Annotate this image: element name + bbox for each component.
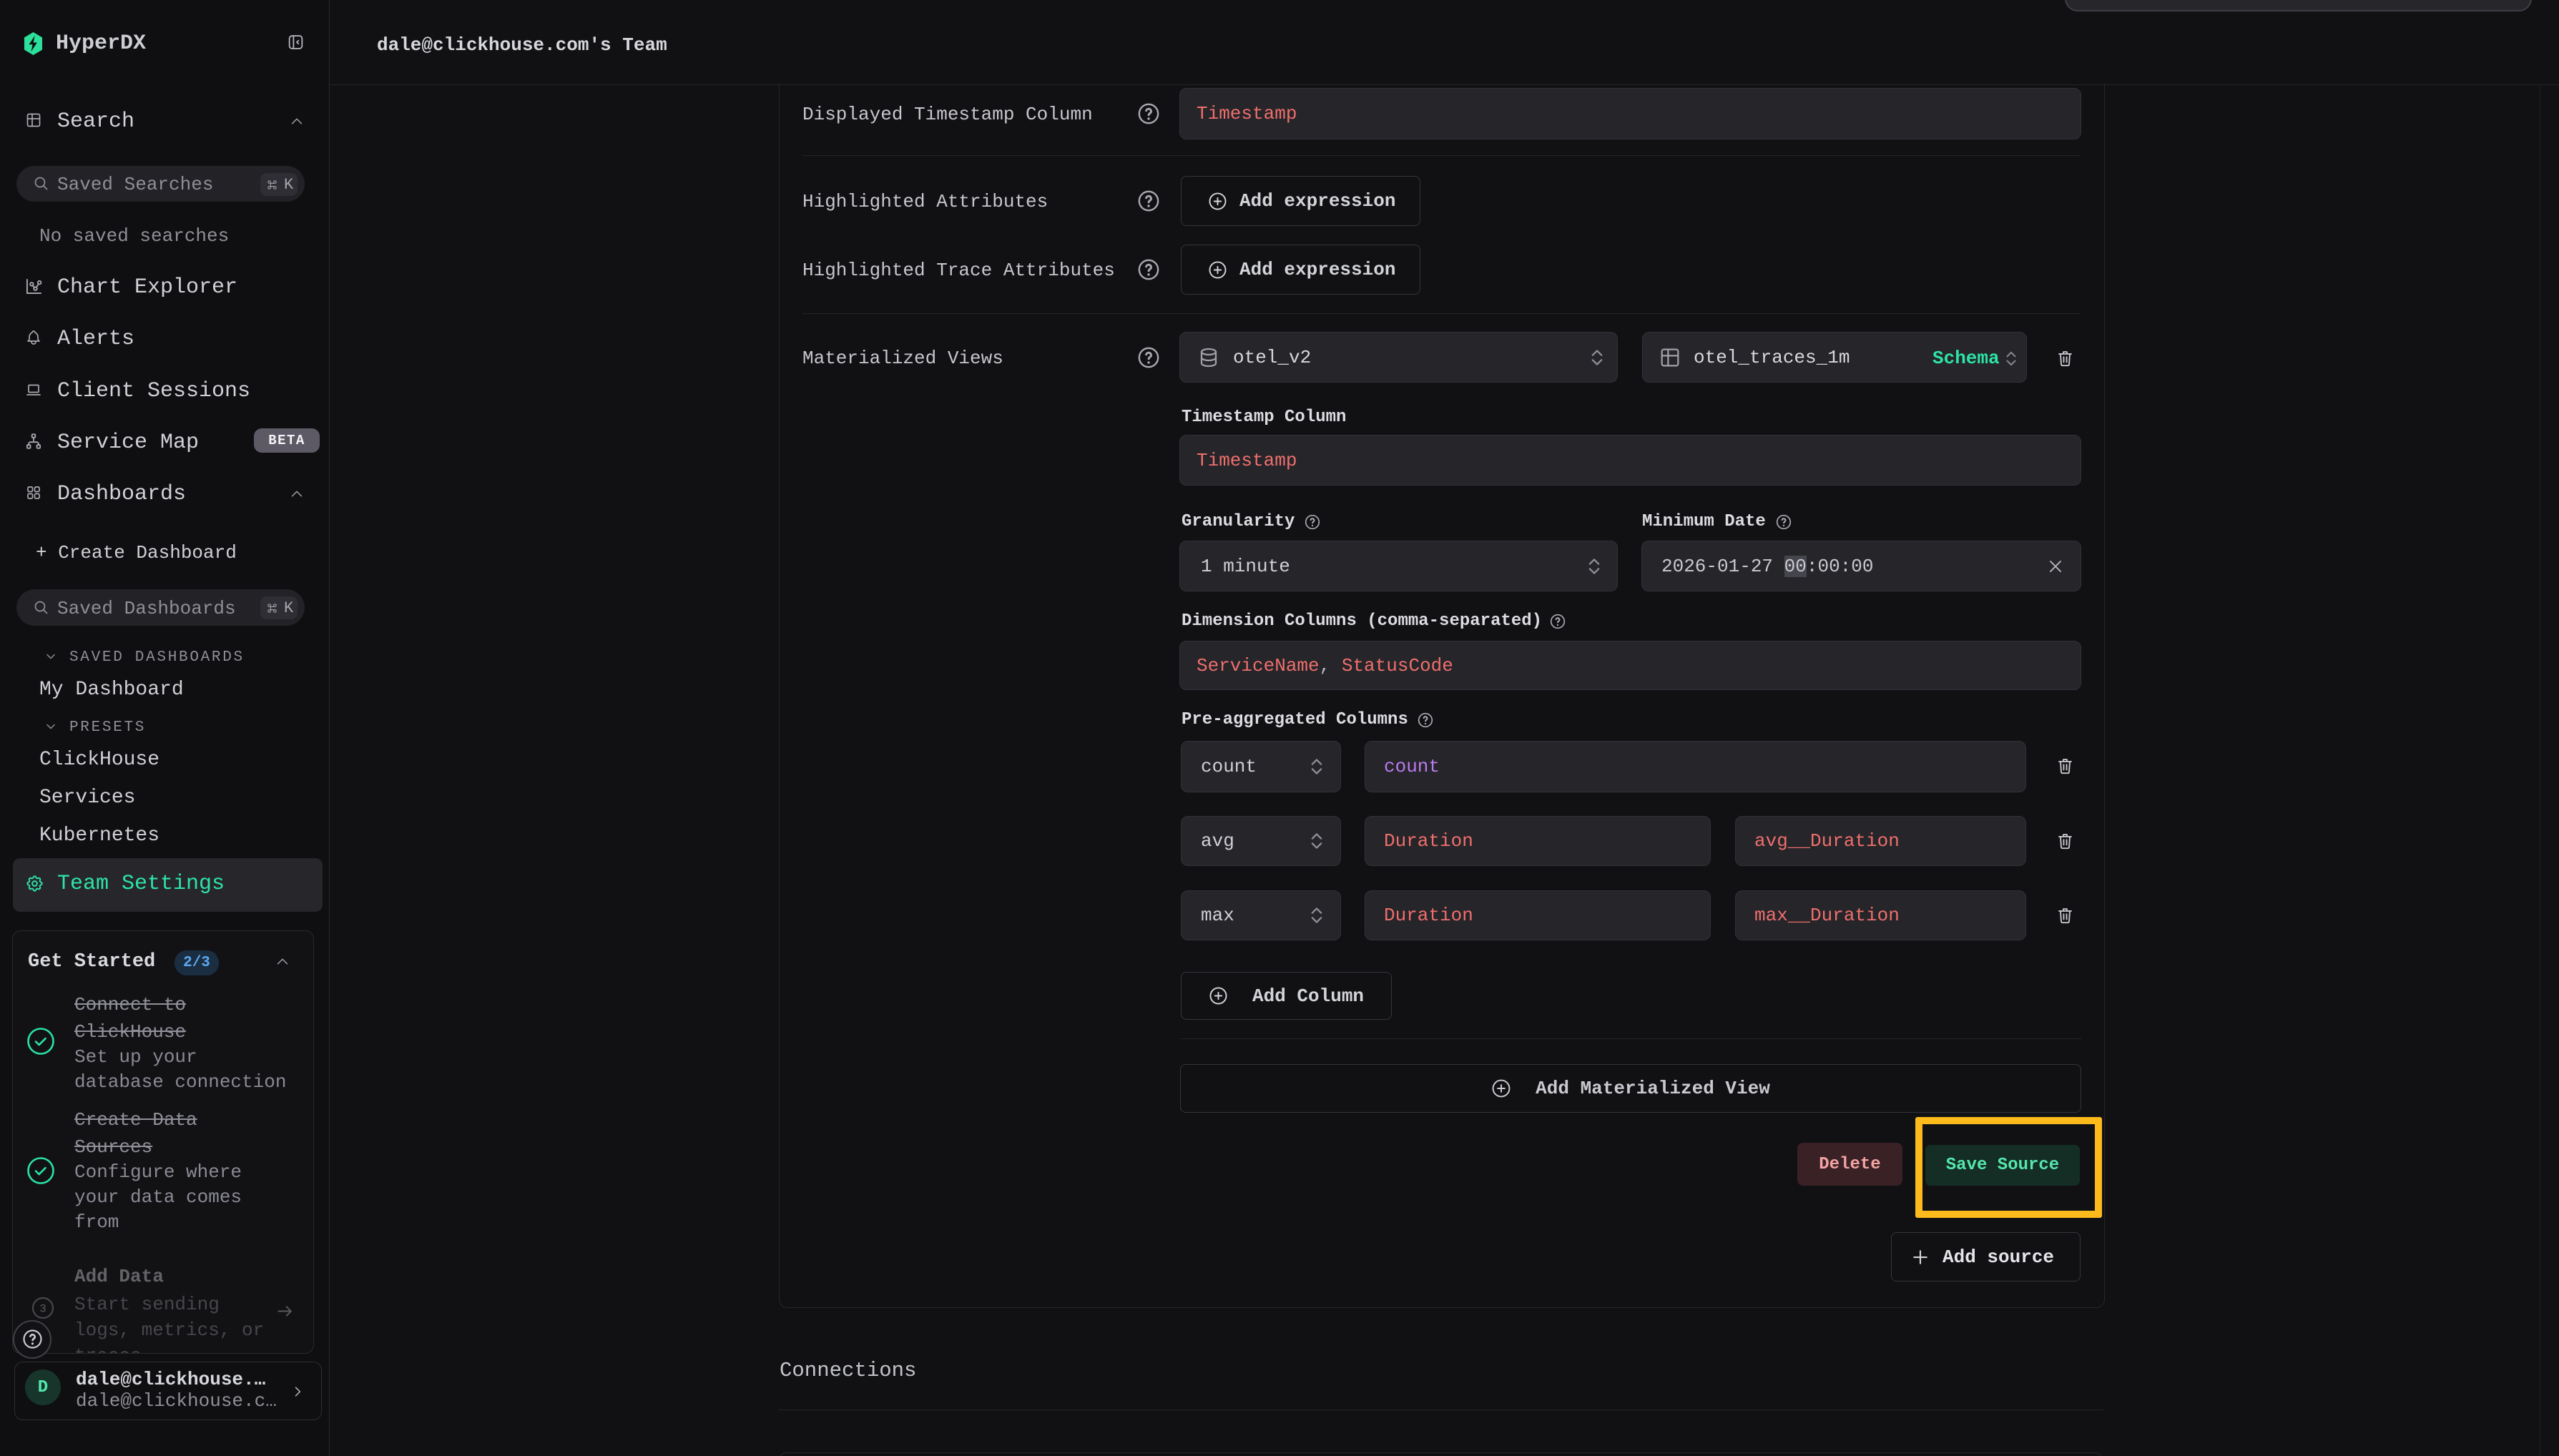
svg-text:3: 3 bbox=[39, 1303, 46, 1316]
